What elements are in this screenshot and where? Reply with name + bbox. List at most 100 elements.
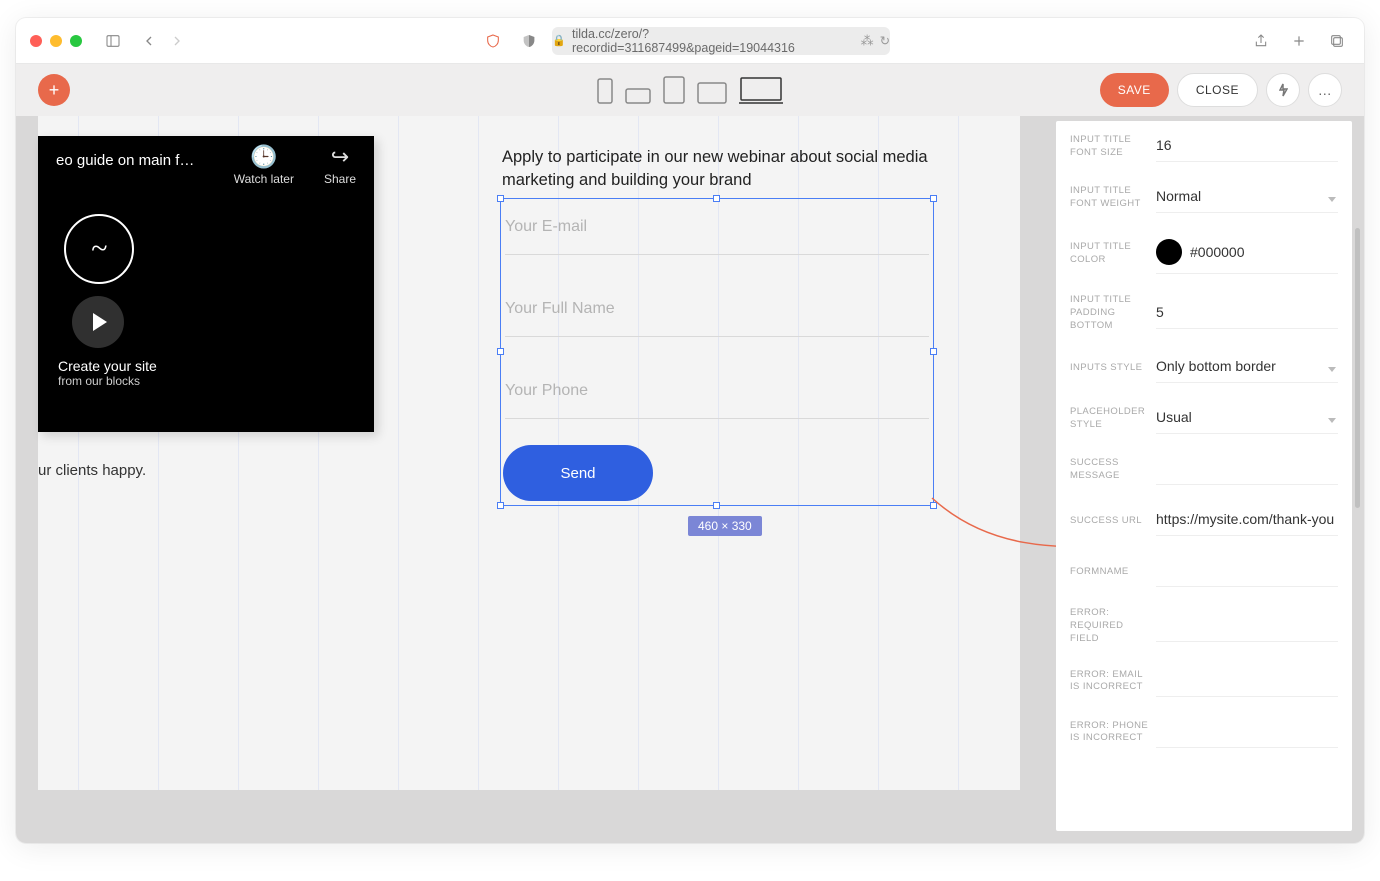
prop-row: INPUT TITLE FONT WEIGHT bbox=[1056, 172, 1352, 223]
device-desktop[interactable] bbox=[739, 76, 783, 104]
browser-window: 🔒 tilda.cc/zero/?recordid=311687499&page… bbox=[16, 18, 1364, 843]
prop-input[interactable] bbox=[1156, 511, 1338, 527]
prop-label: ERROR: PHONE IS INCORRECT bbox=[1070, 720, 1152, 746]
resize-handle[interactable] bbox=[930, 195, 937, 202]
prop-row: INPUTS STYLE bbox=[1056, 342, 1352, 393]
traffic-lights bbox=[30, 35, 82, 47]
prop-value[interactable] bbox=[1156, 454, 1338, 485]
url-text: tilda.cc/zero/?recordid=311687499&pageid… bbox=[572, 27, 849, 55]
translate-icon[interactable]: ⁂ bbox=[861, 33, 874, 49]
prop-input[interactable] bbox=[1156, 562, 1338, 578]
prop-input[interactable] bbox=[1156, 409, 1338, 425]
prop-input[interactable] bbox=[1156, 460, 1338, 476]
address-bar[interactable]: 🔒 tilda.cc/zero/?recordid=311687499&page… bbox=[552, 27, 890, 55]
save-button[interactable]: SAVE bbox=[1100, 73, 1169, 107]
prop-value[interactable] bbox=[1156, 298, 1338, 329]
prop-label: ERROR: REQUIRED FIELD bbox=[1070, 607, 1152, 645]
prop-input[interactable] bbox=[1156, 304, 1338, 320]
share-video-button[interactable]: ↪ Share bbox=[324, 146, 356, 186]
prop-value[interactable] bbox=[1156, 403, 1338, 434]
selected-form-element[interactable]: Your E-mail Your Full Name Your Phone Se… bbox=[500, 198, 934, 506]
scrollbar-thumb[interactable] bbox=[1355, 228, 1360, 508]
window-zoom-icon[interactable] bbox=[70, 35, 82, 47]
watch-later-button[interactable]: 🕒 Watch later bbox=[234, 146, 294, 186]
prop-value[interactable] bbox=[1156, 131, 1338, 162]
form-heading: Apply to participate in our new webinar … bbox=[502, 146, 932, 192]
settings-button[interactable] bbox=[1266, 73, 1300, 107]
prop-input[interactable] bbox=[1156, 617, 1338, 633]
resize-handle[interactable] bbox=[713, 502, 720, 509]
tabs-overview-icon[interactable] bbox=[1324, 28, 1350, 54]
prop-row: INPUT TITLE COLOR#000000 bbox=[1056, 223, 1352, 284]
prop-input[interactable] bbox=[1156, 723, 1338, 739]
prop-value[interactable] bbox=[1156, 182, 1338, 213]
prop-value[interactable] bbox=[1156, 666, 1338, 697]
new-tab-icon[interactable] bbox=[1286, 28, 1312, 54]
prop-value[interactable] bbox=[1156, 352, 1338, 383]
properties-panel[interactable]: INPUT TITLE FONT SIZEINPUT TITLE FONT WE… bbox=[1056, 121, 1352, 831]
prop-label: PLACEHOLDER STYLE bbox=[1070, 406, 1152, 432]
prop-value[interactable]: #000000 bbox=[1156, 233, 1338, 274]
prop-row: ERROR: REQUIRED FIELD bbox=[1056, 597, 1352, 655]
device-mobile-landscape[interactable] bbox=[625, 88, 651, 104]
tilda-logo-icon: ~ bbox=[64, 214, 134, 284]
prop-row: INPUT TITLE PADDING BOTTOM bbox=[1056, 284, 1352, 342]
video-caption-line2: from our blocks bbox=[58, 374, 157, 388]
add-block-button[interactable]: + bbox=[38, 74, 70, 106]
device-tablet-landscape[interactable] bbox=[697, 82, 727, 104]
sidebar-toggle-icon[interactable] bbox=[100, 28, 126, 54]
prop-row: ERROR: EMAIL IS INCORRECT bbox=[1056, 656, 1352, 707]
lock-icon: 🔒 bbox=[552, 34, 566, 47]
reload-icon[interactable]: ↻ bbox=[880, 33, 890, 49]
prop-value[interactable] bbox=[1156, 717, 1338, 748]
prop-value[interactable] bbox=[1156, 556, 1338, 587]
back-button[interactable] bbox=[136, 28, 162, 54]
prop-input[interactable] bbox=[1156, 137, 1338, 153]
video-caption-line1: Create your site bbox=[58, 358, 157, 374]
prop-row: ERROR: PHONE IS INCORRECT bbox=[1056, 707, 1352, 758]
resize-handle[interactable] bbox=[497, 195, 504, 202]
prop-input[interactable] bbox=[1156, 358, 1338, 374]
privacy-icon[interactable] bbox=[516, 28, 542, 54]
forward-button[interactable] bbox=[164, 28, 190, 54]
device-tablet-portrait[interactable] bbox=[663, 76, 685, 104]
resize-handle[interactable] bbox=[930, 348, 937, 355]
dimensions-badge: 460 × 330 bbox=[688, 516, 762, 536]
resize-handle[interactable] bbox=[930, 502, 937, 509]
prop-input[interactable] bbox=[1156, 188, 1338, 204]
clock-icon: 🕒 bbox=[234, 146, 294, 168]
close-button[interactable]: CLOSE bbox=[1177, 73, 1258, 107]
video-title: eo guide on main f… bbox=[56, 146, 194, 169]
video-embed[interactable]: eo guide on main f… 🕒 Watch later ↪ Shar… bbox=[38, 136, 374, 432]
window-close-icon[interactable] bbox=[30, 35, 42, 47]
prop-value[interactable] bbox=[1156, 505, 1338, 536]
resize-handle[interactable] bbox=[713, 195, 720, 202]
window-minimize-icon[interactable] bbox=[50, 35, 62, 47]
phone-field[interactable]: Your Phone bbox=[505, 363, 929, 419]
browser-toolbar: 🔒 tilda.cc/zero/?recordid=311687499&page… bbox=[16, 18, 1364, 64]
canvas[interactable]: eo guide on main f… 🕒 Watch later ↪ Shar… bbox=[38, 116, 1020, 790]
text-fragment: ur clients happy. bbox=[38, 462, 146, 479]
prop-input[interactable] bbox=[1156, 672, 1338, 688]
more-button[interactable]: … bbox=[1308, 73, 1342, 107]
prop-row: FORMNAME bbox=[1056, 546, 1352, 597]
prop-value[interactable] bbox=[1156, 611, 1338, 642]
resize-handle[interactable] bbox=[497, 348, 504, 355]
name-field[interactable]: Your Full Name bbox=[505, 281, 929, 337]
device-switcher bbox=[597, 76, 783, 104]
prop-label: SUCCESS URL bbox=[1070, 515, 1152, 528]
send-button[interactable]: Send bbox=[503, 445, 653, 501]
color-swatch[interactable] bbox=[1156, 239, 1182, 265]
share-arrow-icon: ↪ bbox=[324, 146, 356, 168]
shield-icon[interactable] bbox=[480, 28, 506, 54]
prop-row: INPUT TITLE FONT SIZE bbox=[1056, 121, 1352, 172]
share-icon[interactable] bbox=[1248, 28, 1274, 54]
play-button[interactable] bbox=[72, 296, 124, 348]
device-mobile-portrait[interactable] bbox=[597, 78, 613, 104]
prop-label: SUCCESS MESSAGE bbox=[1070, 457, 1152, 483]
workspace: eo guide on main f… 🕒 Watch later ↪ Shar… bbox=[16, 116, 1364, 843]
resize-handle[interactable] bbox=[497, 502, 504, 509]
email-field[interactable]: Your E-mail bbox=[505, 199, 929, 255]
prop-label: INPUTS STYLE bbox=[1070, 362, 1152, 375]
prop-label: INPUT TITLE COLOR bbox=[1070, 241, 1152, 267]
